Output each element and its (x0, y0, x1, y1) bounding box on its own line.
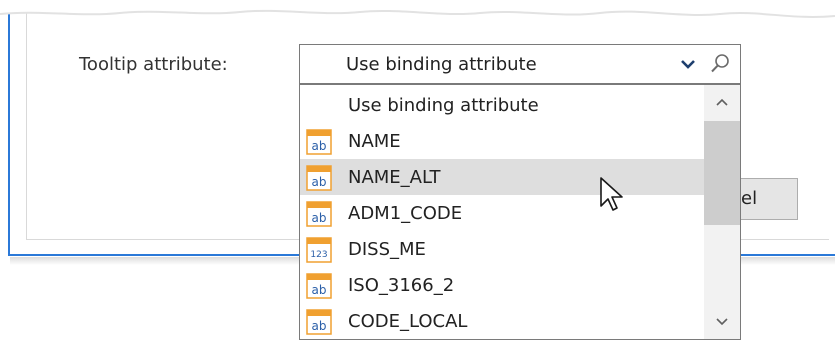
svg-text:ab: ab (312, 283, 327, 297)
svg-text:ab: ab (312, 211, 327, 225)
list-item-iso-3166-2[interactable]: ab ISO_3166_2 (300, 267, 704, 303)
text-field-icon: ab (306, 201, 332, 227)
list-item-label: Use binding attribute (348, 95, 539, 116)
list-item-diss-me[interactable]: 123 DISS_ME (300, 231, 704, 267)
text-field-icon: ab (306, 129, 332, 155)
list-item-code-local[interactable]: ab CODE_LOCAL (300, 303, 704, 339)
attribute-dropdown-list[interactable]: Use binding attribute ab NAME ab NAME_AL… (299, 84, 741, 340)
text-field-icon: ab (306, 309, 332, 335)
list-item-adm1-code[interactable]: ab ADM1_CODE (300, 195, 704, 231)
numeric-field-icon: 123 (306, 237, 332, 263)
svg-text:ab: ab (312, 319, 327, 333)
scroll-down-chevron-icon[interactable] (704, 305, 740, 339)
text-field-icon: ab (306, 165, 332, 191)
scrollbar-thumb[interactable] (704, 121, 740, 225)
list-item-use-binding-attribute[interactable]: Use binding attribute (300, 87, 704, 123)
list-item-label: ADM1_CODE (348, 203, 463, 224)
svg-text:ab: ab (312, 175, 327, 189)
list-item-label: CODE_LOCAL (348, 311, 468, 332)
list-item-name-alt[interactable]: ab NAME_ALT (300, 159, 704, 195)
list-item-label: ISO_3166_2 (348, 275, 455, 296)
screenshot-stage: Tooltip attribute: Use binding attribute… (0, 0, 835, 341)
list-item-label: DISS_ME (348, 239, 426, 260)
mouse-pointer-icon (600, 177, 623, 211)
torn-edge-decoration (0, 0, 835, 18)
list-item-label: NAME (348, 131, 401, 152)
scroll-up-chevron-icon[interactable] (704, 85, 740, 119)
dropdown-scrollbar[interactable] (704, 85, 740, 339)
search-icon[interactable] (705, 50, 735, 78)
list-item-label: NAME_ALT (348, 167, 441, 188)
tooltip-attribute-label: Tooltip attribute: (79, 54, 228, 75)
svg-text:ab: ab (312, 139, 327, 153)
text-field-icon: ab (306, 273, 332, 299)
list-item-name[interactable]: ab NAME (300, 123, 704, 159)
chevron-down-icon[interactable] (674, 51, 702, 77)
svg-text:123: 123 (310, 250, 327, 260)
tooltip-attribute-combobox[interactable]: Use binding attribute (299, 44, 741, 84)
combobox-value: Use binding attribute (346, 54, 537, 75)
